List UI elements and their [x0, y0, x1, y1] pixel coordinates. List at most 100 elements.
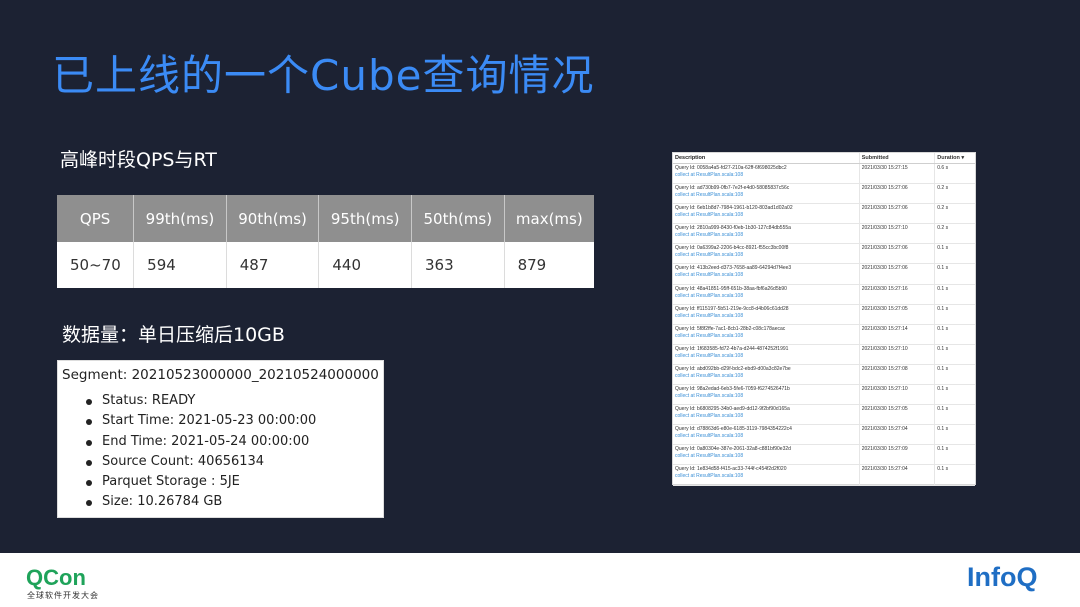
list-item: Size: 10.26784 GB	[84, 492, 379, 512]
query-collect-link[interactable]: collect at ResultPlan.scala:108	[675, 212, 859, 219]
query-submitted-cell: 2021/03/30 15:27:06	[860, 244, 936, 264]
bullet-icon	[86, 439, 92, 446]
table-row: Query Id: b6808295-34b0-aed9-dd12-9f2bf9…	[673, 405, 975, 426]
query-description-cell: Query Id: 0058a4a5-fd27-210a-62ff-6f6980…	[673, 164, 860, 184]
query-collect-link[interactable]: collect at ResultPlan.scala:108	[675, 393, 859, 400]
bullet-icon	[86, 419, 92, 426]
query-submitted-cell: 2021/03/30 15:27:10	[860, 344, 936, 364]
query-submitted-cell: 2021/03/30 15:27:05	[860, 304, 936, 324]
table-row: Query Id: ad730b99-0fb7-7e2f-e4d0-580858…	[673, 184, 975, 205]
query-collect-link[interactable]: collect at ResultPlan.scala:108	[675, 293, 859, 300]
query-collect-link[interactable]: collect at ResultPlan.scala:108	[675, 413, 859, 420]
column-header-description[interactable]: Description	[673, 153, 860, 163]
query-id: Query Id: ad730b99-0fb7-7e2f-e4d0-580858…	[675, 185, 790, 192]
query-list-panel: Description Submitted Duration ▾ Query I…	[672, 152, 976, 486]
query-duration-cell: 0.1 s	[937, 426, 949, 433]
qps-cell: 363	[411, 242, 505, 288]
query-description-cell: Query Id: 48a41851-95ff-651b-38aa-fbf6a2…	[673, 284, 860, 304]
query-submitted-cell: 2021/03/30 15:27:10	[860, 385, 936, 405]
query-collect-link[interactable]: collect at ResultPlan.scala:108	[675, 192, 859, 199]
qps-cell: 50~70	[57, 242, 135, 288]
query-description-cell: Query Id: ad730b99-0fb7-7e2f-e4d0-580858…	[673, 184, 860, 204]
qps-header-cell: 50th(ms)	[411, 195, 505, 242]
query-collect-link[interactable]: collect at ResultPlan.scala:108	[675, 333, 859, 340]
query-description-cell: Query Id: 98a2edad-6eb3-5fe6-7059-f62745…	[673, 385, 860, 405]
list-item: Start Time: 2021-05-23 00:00:00	[84, 411, 379, 431]
query-id: Query Id: 6eb1b8d7-7984-1961-b120-803ad1…	[675, 205, 793, 212]
query-id: Query Id: 1f683585-fd72-4b7a-d244-487425…	[675, 345, 789, 352]
query-collect-link[interactable]: collect at ResultPlan.scala:108	[675, 453, 859, 460]
table-row: Query Id: 5f8f2ffe-7ac1-8cb1-28b2-c08c17…	[673, 324, 975, 345]
query-description-cell: Query Id: 1f683585-fd72-4b7a-d244-487425…	[673, 344, 860, 364]
query-submitted-cell: 2021/03/30 15:27:08	[860, 364, 936, 385]
segment-info-box: Segment: 20210523000000_20210524000000 S…	[57, 360, 384, 518]
query-description-cell: Query Id: 6eb1b8d7-7984-1961-b120-803ad1…	[673, 204, 860, 224]
query-collect-link[interactable]: collect at ResultPlan.scala:108	[675, 313, 859, 320]
segment-parquet-storage: Parquet Storage : 5JE	[102, 474, 240, 490]
table-row: Query Id: 0058a4a5-fd27-210a-62ff-6f6980…	[673, 164, 975, 185]
query-description-cell: Query Id: 413b2eed-d373-7658-aa89-64294d…	[673, 264, 860, 284]
bullet-icon	[86, 500, 92, 507]
query-collect-link[interactable]: collect at ResultPlan.scala:108	[675, 433, 859, 440]
footer: QCon 全球软件开发大会 InfoQ	[0, 553, 1080, 607]
query-duration-cell: 0.1 s	[937, 345, 949, 352]
query-collect-link[interactable]: collect at ResultPlan.scala:108	[675, 252, 859, 259]
query-duration-cell: 0.2 s	[937, 185, 949, 192]
query-duration-cell: 0.1 s	[937, 406, 949, 413]
list-item: Source Count: 40656134	[84, 452, 379, 472]
query-submitted-cell: 2021/03/30 15:27:06	[860, 204, 936, 224]
page-title: 已上线的一个Cube查询情况	[52, 51, 595, 100]
column-header-submitted[interactable]: Submitted	[860, 153, 936, 163]
slide: 已上线的一个Cube查询情况 高峰时段QPS与RT QPS 99th(ms) 9…	[0, 0, 1080, 553]
query-collect-link[interactable]: collect at ResultPlan.scala:108	[675, 272, 859, 279]
query-description-cell: Query Id: d78863d6-e80e-6185-3119-798435…	[673, 425, 860, 445]
table-row: Query Id: 0a6399a2-2206-b4cc-8921-f55cc3…	[673, 244, 975, 265]
query-duration-cell: 0.2 s	[937, 225, 949, 232]
query-id: Query Id: d78863d6-e80e-6185-3119-798435…	[675, 426, 792, 433]
table-row: Query Id: 1f683585-fd72-4b7a-d244-487425…	[673, 344, 975, 365]
table-row: Query Id: 0a80304e-387e-2061-32a8-c881bf…	[673, 445, 975, 466]
query-description-cell: Query Id: abd092bb-d29f-bdc2-ebd9-d00a3c…	[673, 364, 860, 385]
table-row: Query Id: 413b2eed-d373-7658-aa89-64294d…	[673, 264, 975, 285]
query-id: Query Id: 48a41851-95ff-651b-38aa-fbf6a2…	[675, 285, 787, 292]
query-duration-cell: 0.1 s	[937, 466, 949, 473]
qps-table-header-row: QPS 99th(ms) 90th(ms) 95th(ms) 50th(ms) …	[57, 195, 594, 242]
query-submitted-cell: 2021/03/30 15:27:16	[860, 284, 936, 304]
query-duration-cell: 0.1 s	[937, 325, 949, 332]
table-row: Query Id: abd092bb-d29f-bdc2-ebd9-d00a3c…	[673, 364, 975, 386]
query-collect-link[interactable]: collect at ResultPlan.scala:108	[675, 353, 859, 360]
segment-status: Status: READY	[102, 393, 196, 408]
query-submitted-cell: 2021/03/30 15:27:09	[860, 445, 936, 465]
table-row: Query Id: 6eb1b8d7-7984-1961-b120-803ad1…	[673, 204, 975, 225]
qps-cell: 440	[318, 242, 412, 288]
query-collect-link[interactable]: collect at ResultPlan.scala:108	[675, 373, 859, 380]
query-submitted-cell: 2021/03/30 15:27:05	[860, 405, 936, 425]
bullet-icon	[86, 459, 92, 466]
query-duration-cell: 0.1 s	[937, 365, 949, 372]
query-id: Query Id: 0058a4a5-fd27-210a-62ff-6f6980…	[675, 165, 787, 171]
query-collect-link[interactable]: collect at ResultPlan.scala:108	[675, 232, 859, 239]
bullet-icon	[86, 399, 92, 405]
query-id: Query Id: 98a2edad-6eb3-5fe6-7059-f62745…	[675, 386, 790, 393]
query-list-body: Query Id: 0058a4a5-fd27-210a-62ff-6f6980…	[673, 164, 975, 486]
table-row: Query Id: d78863d6-e80e-6185-3119-798435…	[673, 425, 975, 446]
segment-end-time: End Time: 2021-05-24 00:00:00	[102, 433, 310, 449]
qps-table: QPS 99th(ms) 90th(ms) 95th(ms) 50th(ms) …	[57, 195, 594, 288]
query-submitted-cell: 2021/03/30 15:27:04	[860, 465, 936, 485]
query-description-cell: Query Id: 5f8f2ffe-7ac1-8cb1-28b2-c08c17…	[673, 324, 860, 344]
query-submitted-cell: 2021/03/30 15:27:10	[860, 224, 936, 244]
query-duration-cell: 0.1 s	[937, 285, 949, 292]
qps-cell: 879	[504, 242, 594, 288]
query-collect-link[interactable]: collect at ResultPlan.scala:108	[675, 473, 859, 480]
segment-title: Segment: 20210523000000_20210524000000	[62, 367, 379, 383]
query-list-header: Description Submitted Duration ▾	[673, 153, 975, 164]
query-description-cell: Query Id: 0a6399a2-2206-b4cc-8921-f55cc3…	[673, 244, 860, 264]
segment-start-time: Start Time: 2021-05-23 00:00:00	[102, 413, 317, 429]
column-header-duration[interactable]: Duration ▾	[935, 153, 975, 163]
query-duration-cell: 0.1 s	[937, 265, 949, 272]
segment-size: Size: 10.26784 GB	[102, 494, 223, 510]
qps-header-cell: 95th(ms)	[318, 195, 412, 242]
query-duration-cell: 0.1 s	[937, 446, 949, 453]
query-collect-link[interactable]: collect at ResultPlan.scala:108	[675, 172, 859, 179]
query-submitted-cell: 2021/03/30 15:27:15	[860, 164, 936, 184]
